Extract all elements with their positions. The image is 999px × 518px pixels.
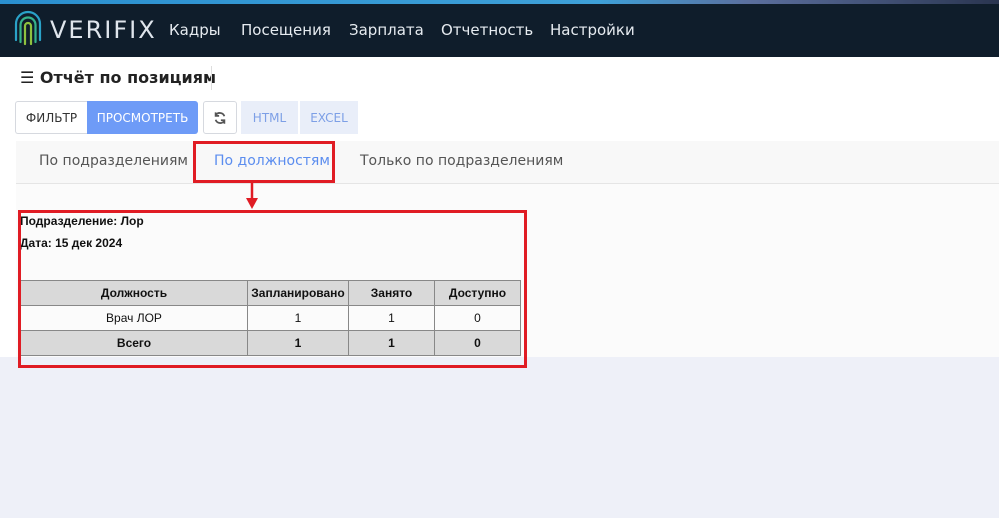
logo-text[interactable]: VERIFIX: [50, 16, 157, 44]
tab-by-divisions[interactable]: По подразделениям: [39, 153, 188, 169]
refresh-button[interactable]: [203, 101, 237, 134]
menu-icon[interactable]: ☰: [20, 68, 34, 87]
title-divider: [211, 66, 212, 90]
export-excel-button[interactable]: EXCEL: [300, 101, 358, 134]
refresh-icon: [214, 111, 226, 124]
nav-item-settings[interactable]: Настройки: [550, 21, 635, 39]
fingerprint-logo-icon[interactable]: [13, 10, 43, 50]
nav-item-reports[interactable]: Отчетность: [441, 21, 533, 39]
nav-item-attendance[interactable]: Посещения: [241, 21, 331, 39]
page-title-text: Отчёт по позициям: [39, 68, 217, 87]
top-navigation-bar: VERIFIX Кадры Посещения Зарплата Отчетно…: [0, 0, 999, 57]
report-highlight-box: [18, 210, 527, 368]
tab-highlight-box: [193, 141, 335, 183]
topbar-accent-line: [0, 0, 999, 4]
filter-button[interactable]: ФИЛЬТР: [15, 101, 87, 134]
export-html-button[interactable]: HTML: [241, 101, 298, 134]
tab-only-divisions[interactable]: Только по подразделениям: [360, 153, 563, 169]
view-button[interactable]: ПРОСМОТРЕТЬ: [87, 101, 198, 134]
page-title: ☰ Отчёт по позициям: [20, 68, 216, 87]
annotation-arrow-icon: [246, 182, 258, 209]
nav-item-kadry[interactable]: Кадры: [169, 21, 221, 39]
nav-item-salary[interactable]: Зарплата: [349, 21, 424, 39]
